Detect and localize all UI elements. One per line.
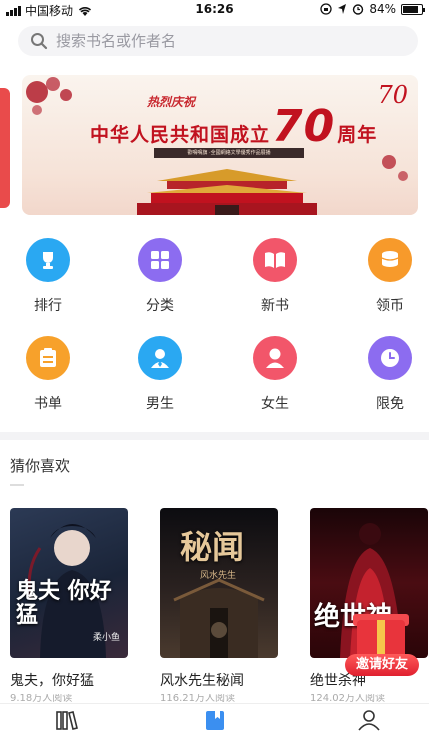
tab-bookshelf[interactable] <box>55 709 79 731</box>
category-booklist[interactable]: 书单 <box>8 336 88 413</box>
category-new-books[interactable]: 新书 <box>235 238 315 315</box>
category-label: 男生 <box>146 396 174 412</box>
section-title: 猜你喜欢 <box>10 457 71 475</box>
book-card[interactable]: 秘闻 风水先生 风水先生秘闻 116.21万人阅读 <box>160 508 280 704</box>
category-label: 书单 <box>34 396 62 412</box>
female-user-icon <box>253 336 297 380</box>
alarm-icon <box>353 4 364 15</box>
cover-author: 风水先生 <box>200 571 237 581</box>
cover-title: 秘闻 <box>180 528 245 566</box>
category-label: 分类 <box>146 298 174 314</box>
bookstore-icon <box>206 711 224 730</box>
clock-icon <box>368 336 412 380</box>
location-icon <box>338 4 347 14</box>
banner-title-number: 70 <box>272 101 336 152</box>
category-female[interactable]: 女生 <box>235 336 315 413</box>
book-title: 鬼夫，你好猛 <box>10 673 94 689</box>
battery-percent: 84% <box>369 2 396 16</box>
banner-logo: 70 <box>377 81 408 109</box>
side-tab[interactable] <box>0 88 10 208</box>
grid-icon <box>138 238 182 282</box>
category-coins[interactable]: 领币 <box>350 238 429 315</box>
book-cover[interactable]: 鬼夫 你好猛 柔小鱼 <box>10 508 128 658</box>
category-ranking[interactable]: 排行 <box>8 238 88 315</box>
category-free[interactable]: 限免 <box>350 336 429 413</box>
section-divider <box>0 432 429 440</box>
invite-label: 邀请好友 <box>345 654 419 676</box>
search-bar[interactable] <box>18 26 418 56</box>
list-icon <box>26 336 70 380</box>
category-label: 新书 <box>261 298 289 314</box>
male-user-icon <box>138 336 182 380</box>
invite-friends-button[interactable]: 邀请好友 <box>345 612 419 686</box>
tab-profile[interactable] <box>357 709 381 731</box>
status-bar: 中国移动 16:26 84% <box>0 0 429 20</box>
coins-icon <box>368 238 412 282</box>
rotation-lock-icon <box>320 3 332 15</box>
tab-bookstore[interactable] <box>203 709 227 731</box>
banner-title-suffix: 周年 <box>337 124 378 146</box>
category-label: 限免 <box>376 396 404 412</box>
banner-carousel[interactable]: 热烈庆祝 中华人民共和国成立 70 周年 歡鳴鳴旗 ·全國網絡文學優秀作品展播 … <box>22 75 418 215</box>
banner-title-prefix: 中华人民共和国成立 <box>90 124 271 146</box>
trophy-icon <box>26 238 70 282</box>
category-label: 排行 <box>34 298 62 314</box>
banner-title: 中华人民共和国成立 70 周年 <box>90 101 378 152</box>
bottom-tab-bar <box>0 703 429 733</box>
section-underline <box>10 484 24 486</box>
category-label: 领币 <box>376 298 404 314</box>
cover-author: 柔小鱼 <box>92 633 120 643</box>
tiananmen-illustration <box>137 169 317 215</box>
search-input[interactable] <box>56 32 386 50</box>
book-card[interactable]: 鬼夫 你好猛 柔小鱼 鬼夫，你好猛 9.18万人阅读 <box>10 508 130 704</box>
search-icon <box>31 33 48 50</box>
bookshelf-icon <box>56 711 78 730</box>
category-classify[interactable]: 分类 <box>120 238 200 315</box>
category-male[interactable]: 男生 <box>120 336 200 413</box>
banner-subtitle: 歡鳴鳴旗 ·全國網絡文學優秀作品展播 <box>154 148 304 158</box>
battery-icon <box>401 3 425 15</box>
book-title: 风水先生秘闻 <box>160 673 244 689</box>
cover-title: 鬼夫 你好猛 <box>16 579 112 628</box>
category-label: 女生 <box>261 396 289 412</box>
profile-icon <box>358 710 380 731</box>
book-cover[interactable]: 秘闻 风水先生 <box>160 508 278 658</box>
open-book-icon <box>253 238 297 282</box>
